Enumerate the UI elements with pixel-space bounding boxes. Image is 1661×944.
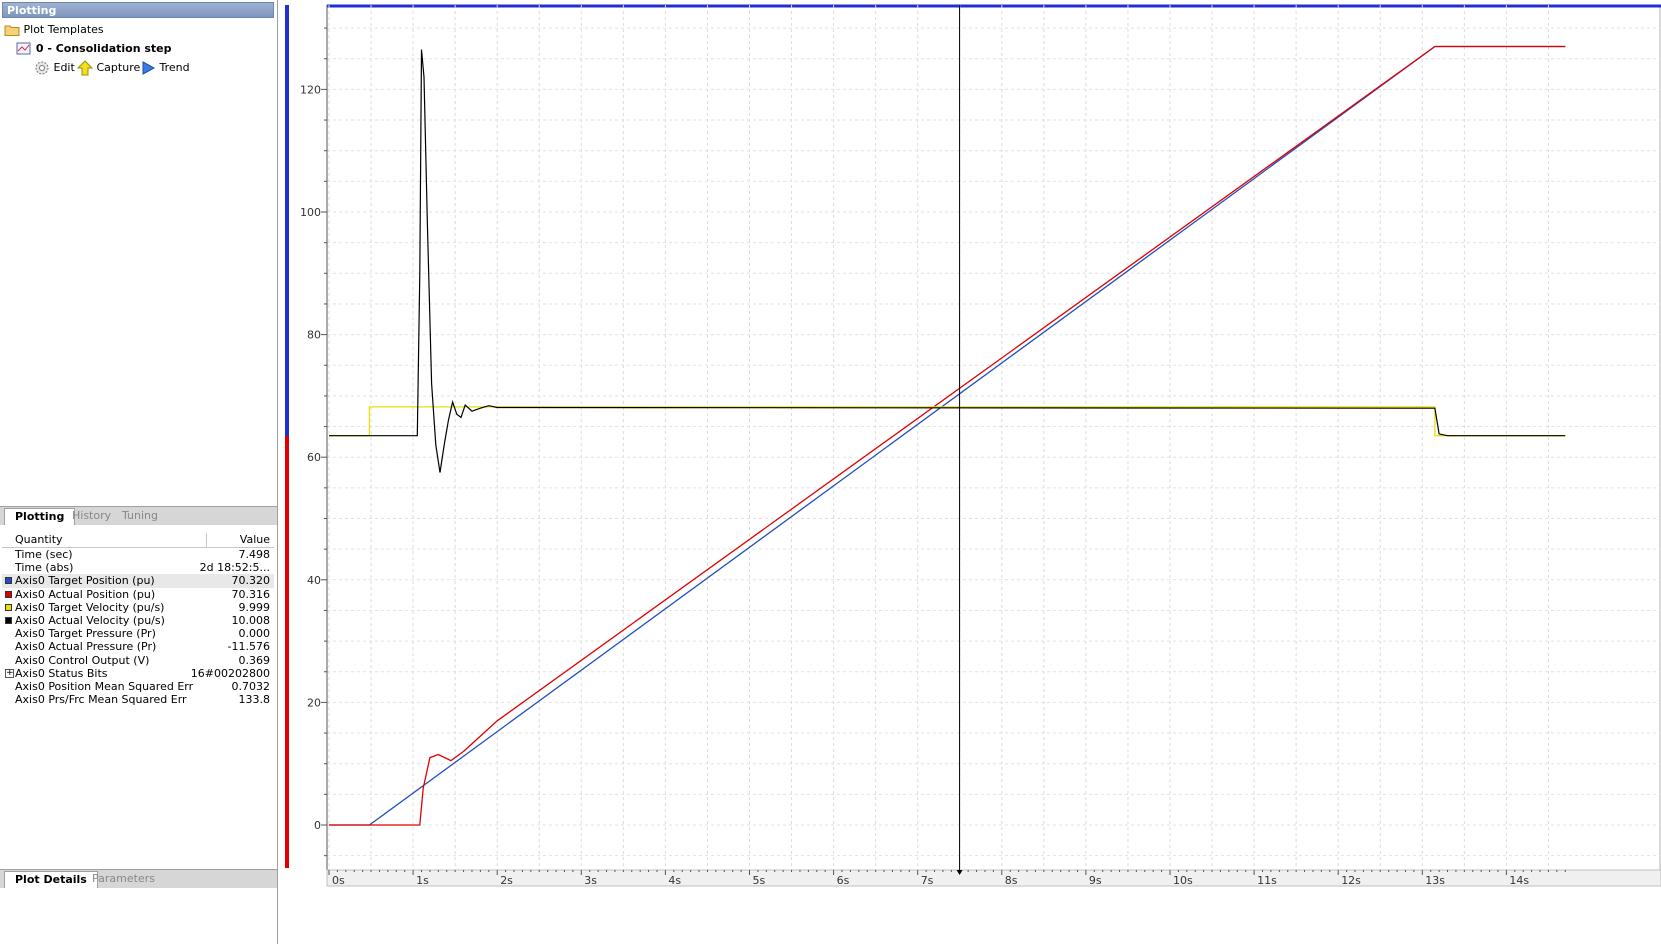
plot-template-icon: [16, 42, 36, 55]
quantity-cell: Axis0 Prs/Frc Mean Squared Err: [15, 693, 187, 707]
table-row[interactable]: Axis0 Position Mean Squared Err 0.7032: [2, 680, 274, 693]
table-row[interactable]: Axis0 Actual Velocity (pu/s) 10.008: [2, 614, 274, 627]
value-cell: 70.316: [231, 587, 271, 601]
x-tick-label: 2s: [500, 874, 513, 887]
value-cell: 70.320: [231, 574, 271, 588]
value-cell: 9.999: [238, 600, 271, 614]
folder-icon: [4, 23, 24, 36]
value-cell: 0.7032: [231, 679, 271, 693]
x-tick-label: 12s: [1341, 874, 1361, 887]
y-tick-label: 40: [307, 574, 321, 587]
table-row[interactable]: Axis0 Actual Pressure (Pr) -11.576: [2, 640, 274, 653]
value-cell: 16#00202800: [190, 666, 270, 680]
x-tick-label: 0s: [332, 874, 345, 887]
table-header: Quantity Value: [2, 533, 274, 548]
chart-grid: [326, 4, 1661, 871]
value-cell: -11.576: [227, 640, 270, 654]
tree-plot-templates[interactable]: Plot Templates: [4, 21, 104, 39]
plotting-panel: Plotting Plot Templates 0 - Consolidatio…: [0, 0, 278, 944]
table-row[interactable]: Axis0 Prs/Frc Mean Squared Err 133.8: [2, 693, 274, 706]
quantity-cell: Axis0 Status Bits: [15, 666, 108, 680]
table-row[interactable]: Axis0 Target Pressure (Pr) 0.000: [2, 627, 274, 640]
quantity-cell: Axis0 Target Velocity (pu/s): [15, 600, 165, 614]
quantity-cell: Time (abs): [15, 561, 74, 575]
tree-template-item[interactable]: 0 - Consolidation step: [16, 40, 172, 58]
quantity-cell: Axis0 Control Output (V): [15, 653, 150, 667]
x-tick-label: 5s: [753, 874, 766, 887]
expand-icon[interactable]: +: [5, 668, 14, 678]
table-row[interactable]: Axis0 Target Velocity (pu/s) 9.999: [2, 601, 274, 614]
x-tick-label: 4s: [668, 874, 681, 887]
table-row[interactable]: Time (abs) 2d 18:52:5...: [2, 561, 274, 574]
y-tick-label: 60: [307, 451, 321, 464]
y-tick-label: 80: [307, 329, 321, 342]
x-tick-label: 10s: [1173, 874, 1193, 887]
panel-title: Plotting: [2, 2, 274, 18]
table-row[interactable]: Axis0 Target Position (pu) 70.320: [2, 574, 274, 588]
tab-tuning[interactable]: Tuning: [112, 508, 168, 524]
quantity-cell: Axis0 Position Mean Squared Err: [15, 679, 194, 693]
quantity-cell: Axis0 Target Pressure (Pr): [15, 627, 156, 641]
x-tick-label: 8s: [1005, 874, 1018, 887]
value-cell: 0.000: [238, 627, 271, 641]
value-cell: 133.8: [238, 693, 271, 707]
table-row[interactable]: Time (sec) 7.498: [2, 548, 274, 561]
quantity-cell: Axis0 Target Position (pu): [15, 574, 155, 588]
value-cell: 2d 18:52:5...: [199, 561, 270, 575]
x-tick-label: 11s: [1257, 874, 1277, 887]
series-color-swatch: [5, 603, 12, 611]
plot-frame: [326, 4, 1661, 871]
y-tick-label: 100: [300, 206, 321, 219]
table-row[interactable]: + Axis0 Status Bits 16#00202800: [2, 667, 274, 680]
edit-label: Edit: [53, 61, 75, 74]
edit-action[interactable]: Edit: [34, 59, 75, 77]
x-tick-label: 6s: [837, 874, 850, 887]
y-tick-label: 0: [314, 819, 321, 832]
x-axis-strip: [326, 869, 1661, 887]
x-tick-label: 14s: [1509, 874, 1529, 887]
tree-label: Plot Templates: [23, 23, 104, 36]
bottom-tabbar: Plot Details Parameters: [0, 869, 277, 888]
capture-action[interactable]: Capture: [76, 59, 141, 77]
y-tick-label: 20: [307, 696, 321, 709]
value-cell: 7.498: [238, 548, 271, 561]
x-tick-label: 9s: [1089, 874, 1102, 887]
gear-icon: [34, 61, 54, 75]
top-tabbar: Plotting History Tuning: [0, 506, 277, 525]
trend-action[interactable]: Trend: [140, 59, 190, 77]
x-tick-label: 3s: [584, 874, 597, 887]
arrow-up-icon: [76, 60, 97, 76]
col-value[interactable]: Value: [240, 533, 270, 547]
tab-parameters[interactable]: Parameters: [82, 871, 165, 887]
plot-details-table: Quantity Value Time (sec) 7.498 Time (abs)…: [2, 533, 274, 706]
template-label: 0 - Consolidation step: [35, 42, 172, 55]
y-tick-label: 120: [300, 83, 321, 96]
series-color-swatch: [5, 616, 12, 624]
series-color-swatch: [5, 590, 12, 598]
quantity-cell: Axis0 Actual Pressure (Pr): [15, 640, 157, 654]
x-tick-label: 1s: [416, 874, 429, 887]
value-cell: 0.369: [238, 653, 271, 667]
table-row[interactable]: Axis0 Actual Position (pu) 70.316: [2, 588, 274, 601]
quantity-cell: Axis0 Actual Position (pu): [15, 587, 156, 601]
trend-chart[interactable]: 0 20 40 60 80 100 120 0s 1s 2s 3s 4s 5s 6s 7s 8s 9s 10s 11…: [281, 0, 1661, 944]
play-icon: [140, 61, 160, 75]
table-row[interactable]: Axis0 Control Output (V) 0.369: [2, 654, 274, 667]
x-tick-label: 13s: [1425, 874, 1445, 887]
x-tick-label: 7s: [921, 874, 934, 887]
quantity-cell: Time (sec): [15, 548, 73, 561]
col-quantity[interactable]: Quantity: [15, 533, 63, 547]
value-cell: 10.008: [231, 613, 271, 627]
trend-label: Trend: [159, 61, 190, 74]
capture-label: Capture: [96, 61, 141, 74]
quantity-cell: Axis0 Actual Velocity (pu/s): [15, 613, 165, 627]
series-color-swatch: [5, 577, 12, 585]
